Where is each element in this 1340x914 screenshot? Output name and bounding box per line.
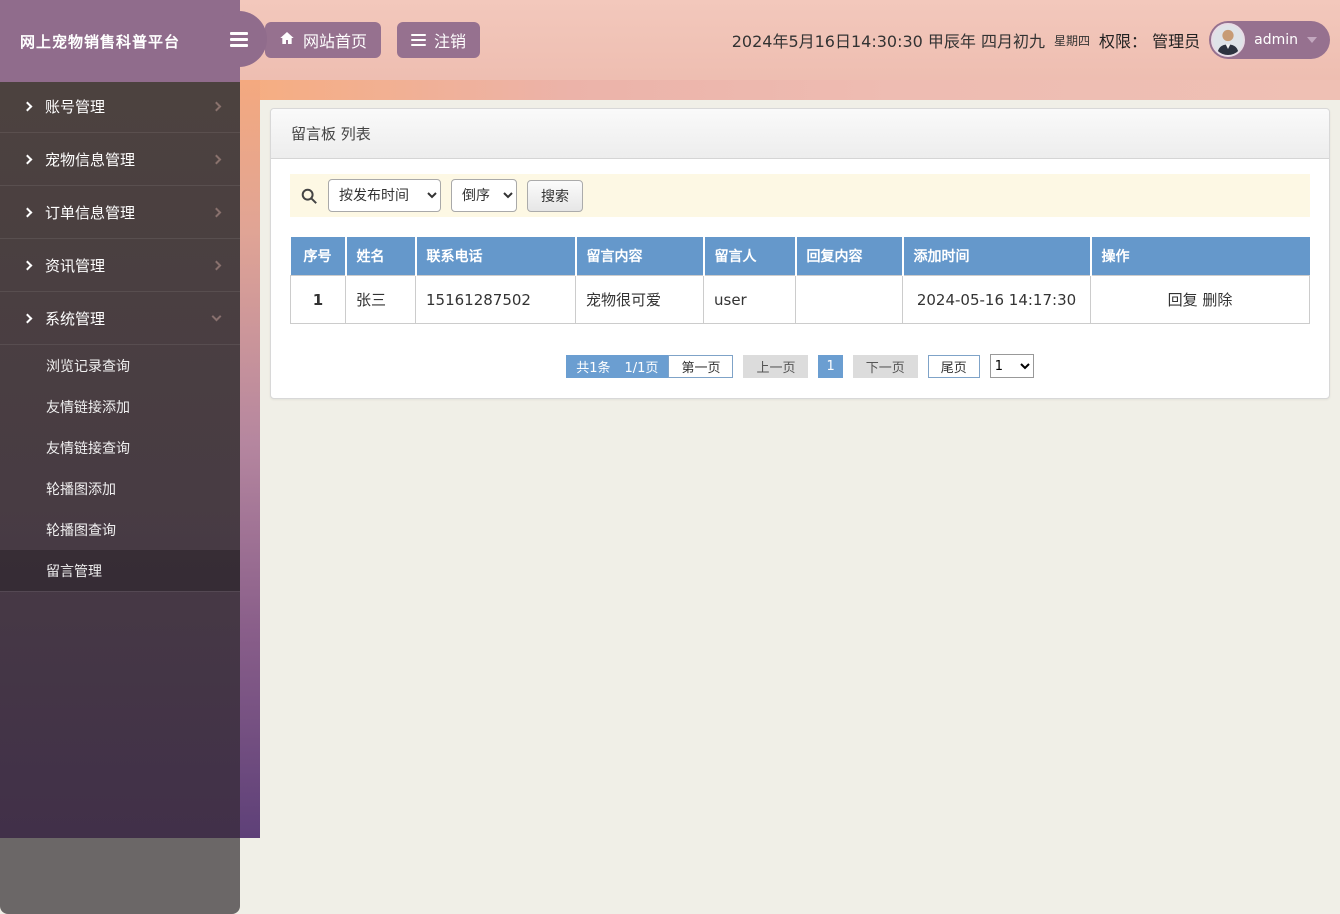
page-count-text: 1/1页 (624, 360, 659, 376)
current-page-button[interactable]: 1 (818, 354, 843, 378)
chevron-right-icon (22, 313, 33, 323)
background-gradient-horizontal (240, 80, 1340, 100)
submenu-item-label: 留言管理 (46, 563, 102, 580)
sidebar: 账号管理 宠物信息管理 订单信息管理 资讯管理 系统管理 浏览记录查询 友情链接… (0, 80, 240, 838)
logout-button-label: 注销 (434, 32, 467, 51)
chevron-right-icon (211, 101, 222, 111)
chevron-right-icon (211, 260, 222, 270)
list-icon (411, 31, 427, 49)
logout-button[interactable]: 注销 (397, 22, 481, 58)
home-button[interactable]: 网站首页 (265, 22, 382, 58)
sidebar-item-label: 系统管理 (45, 309, 106, 328)
delete-link[interactable]: 删除 (1202, 291, 1232, 309)
pagination: 共1条 1/1页 第一页 上一页 1 下一页 尾页 1 (290, 354, 1310, 378)
col-header-actions: 操作 (1089, 237, 1310, 276)
cell-added-time: 2024-05-16 14:17:30 (902, 275, 1091, 324)
sidebar-item-label: 宠物信息管理 (45, 150, 136, 169)
col-header-content: 留言内容 (574, 237, 704, 276)
chevron-right-icon (22, 101, 33, 111)
search-button[interactable]: 搜索 (527, 179, 583, 212)
sort-field-select[interactable]: 按发布时间 (328, 179, 441, 212)
message-table: 序号 姓名 联系电话 留言内容 留言人 回复内容 添加时间 操作 1 张三 15 (290, 237, 1310, 324)
cell-actions: 回复 删除 (1090, 275, 1310, 324)
cell-index: 1 (290, 275, 346, 324)
cell-user: user (703, 275, 796, 324)
table-row: 1 张三 15161287502 宠物很可爱 user 2024-05-16 1… (290, 275, 1310, 324)
cell-name: 张三 (345, 275, 416, 324)
chevron-right-icon (22, 260, 33, 270)
magnifier-icon (300, 187, 318, 205)
submenu-item-carousel-add[interactable]: 轮播图添加 (0, 468, 240, 509)
submenu-item-label: 轮播图添加 (46, 481, 116, 498)
home-icon (279, 30, 295, 50)
app-logo: 网上宠物销售科普平台 (0, 0, 240, 82)
hamburger-icon (230, 29, 248, 50)
last-page-button[interactable]: 尾页 (927, 354, 980, 378)
main-content: 留言板 列表 按发布时间 倒序 搜索 序号 姓名 联系电话 留言内容 留言人 回… (260, 100, 1340, 914)
col-header-phone: 联系电话 (414, 237, 576, 276)
chevron-right-icon (22, 154, 33, 164)
submenu-item-browse-history-query[interactable]: 浏览记录查询 (0, 345, 240, 386)
sidebar-item-system-mgmt[interactable]: 系统管理 (0, 292, 240, 345)
submenu-item-friend-link-add[interactable]: 友情链接添加 (0, 386, 240, 427)
caret-down-icon (1307, 37, 1317, 43)
sidebar-item-order-info-mgmt[interactable]: 订单信息管理 (0, 186, 240, 239)
sidebar-item-account-mgmt[interactable]: 账号管理 (0, 80, 240, 133)
cell-phone: 15161287502 (415, 275, 576, 324)
header-nav: 网站首页 注销 (265, 22, 481, 58)
submenu-item-friend-link-query[interactable]: 友情链接查询 (0, 427, 240, 468)
table-header-row: 序号 姓名 联系电话 留言内容 留言人 回复内容 添加时间 操作 (290, 237, 1310, 276)
background-gradient-vertical (240, 80, 260, 838)
sidebar-footer (0, 838, 240, 914)
sidebar-item-news-mgmt[interactable]: 资讯管理 (0, 239, 240, 292)
col-header-name: 姓名 (344, 237, 416, 276)
system-mgmt-submenu: 浏览记录查询 友情链接添加 友情链接查询 轮播图添加 轮播图查询 留言管理 (0, 345, 240, 592)
datetime-text: 2024年5月16日14:30:30 甲辰年 四月初九 (731, 32, 1046, 51)
chevron-down-icon (211, 311, 222, 321)
user-menu[interactable]: admin (1209, 21, 1330, 59)
col-header-added-time: 添加时间 (901, 237, 1091, 276)
submenu-item-label: 浏览记录查询 (46, 358, 130, 375)
message-board-card: 留言板 列表 按发布时间 倒序 搜索 序号 姓名 联系电话 留言内容 留言人 回… (270, 108, 1330, 399)
sort-order-select[interactable]: 倒序 (451, 179, 517, 212)
first-page-button[interactable]: 第一页 (668, 354, 734, 378)
col-header-reply: 回复内容 (794, 237, 903, 276)
chevron-right-icon (22, 207, 33, 217)
col-header-index: 序号 (290, 237, 346, 276)
col-header-user: 留言人 (702, 237, 796, 276)
pagination-info: 共1条 1/1页 (566, 354, 669, 378)
submenu-item-label: 友情链接添加 (46, 399, 130, 416)
next-page-button[interactable]: 下一页 (852, 354, 918, 378)
chevron-right-icon (211, 207, 222, 217)
total-count-text: 共1条 (576, 360, 611, 376)
search-bar: 按发布时间 倒序 搜索 (290, 174, 1310, 217)
submenu-item-label: 轮播图查询 (46, 522, 116, 539)
submenu-item-carousel-query[interactable]: 轮播图查询 (0, 509, 240, 550)
page-title: 留言板 列表 (291, 125, 371, 143)
sidebar-item-label: 资讯管理 (45, 256, 106, 275)
chevron-right-icon (211, 154, 222, 164)
sidebar-item-label: 账号管理 (45, 97, 106, 116)
header-right: 2024年5月16日14:30:30 甲辰年 四月初九 星期四 权限： 管理员 … (732, 0, 1330, 80)
sidebar-item-label: 订单信息管理 (45, 203, 136, 222)
reply-link[interactable]: 回复 (1168, 291, 1198, 309)
submenu-item-message-mgmt[interactable]: 留言管理 (0, 550, 240, 591)
card-header: 留言板 列表 (271, 109, 1329, 159)
weekday-text: 星期四 (1054, 33, 1091, 48)
cell-reply (795, 275, 903, 324)
sidebar-toggle-button[interactable] (211, 11, 267, 67)
sidebar-item-pet-info-mgmt[interactable]: 宠物信息管理 (0, 133, 240, 186)
username-label: admin (1254, 32, 1298, 48)
prev-page-button[interactable]: 上一页 (743, 354, 809, 378)
app-title: 网上宠物销售科普平台 (20, 32, 181, 51)
home-button-label: 网站首页 (303, 32, 368, 51)
card-body: 按发布时间 倒序 搜索 序号 姓名 联系电话 留言内容 留言人 回复内容 添加时… (271, 159, 1329, 398)
avatar (1211, 23, 1246, 57)
page-select[interactable]: 1 (989, 354, 1034, 378)
submenu-item-label: 友情链接查询 (46, 440, 130, 457)
permission-text: 权限： 管理员 (1099, 32, 1201, 51)
cell-content: 宠物很可爱 (575, 275, 704, 324)
